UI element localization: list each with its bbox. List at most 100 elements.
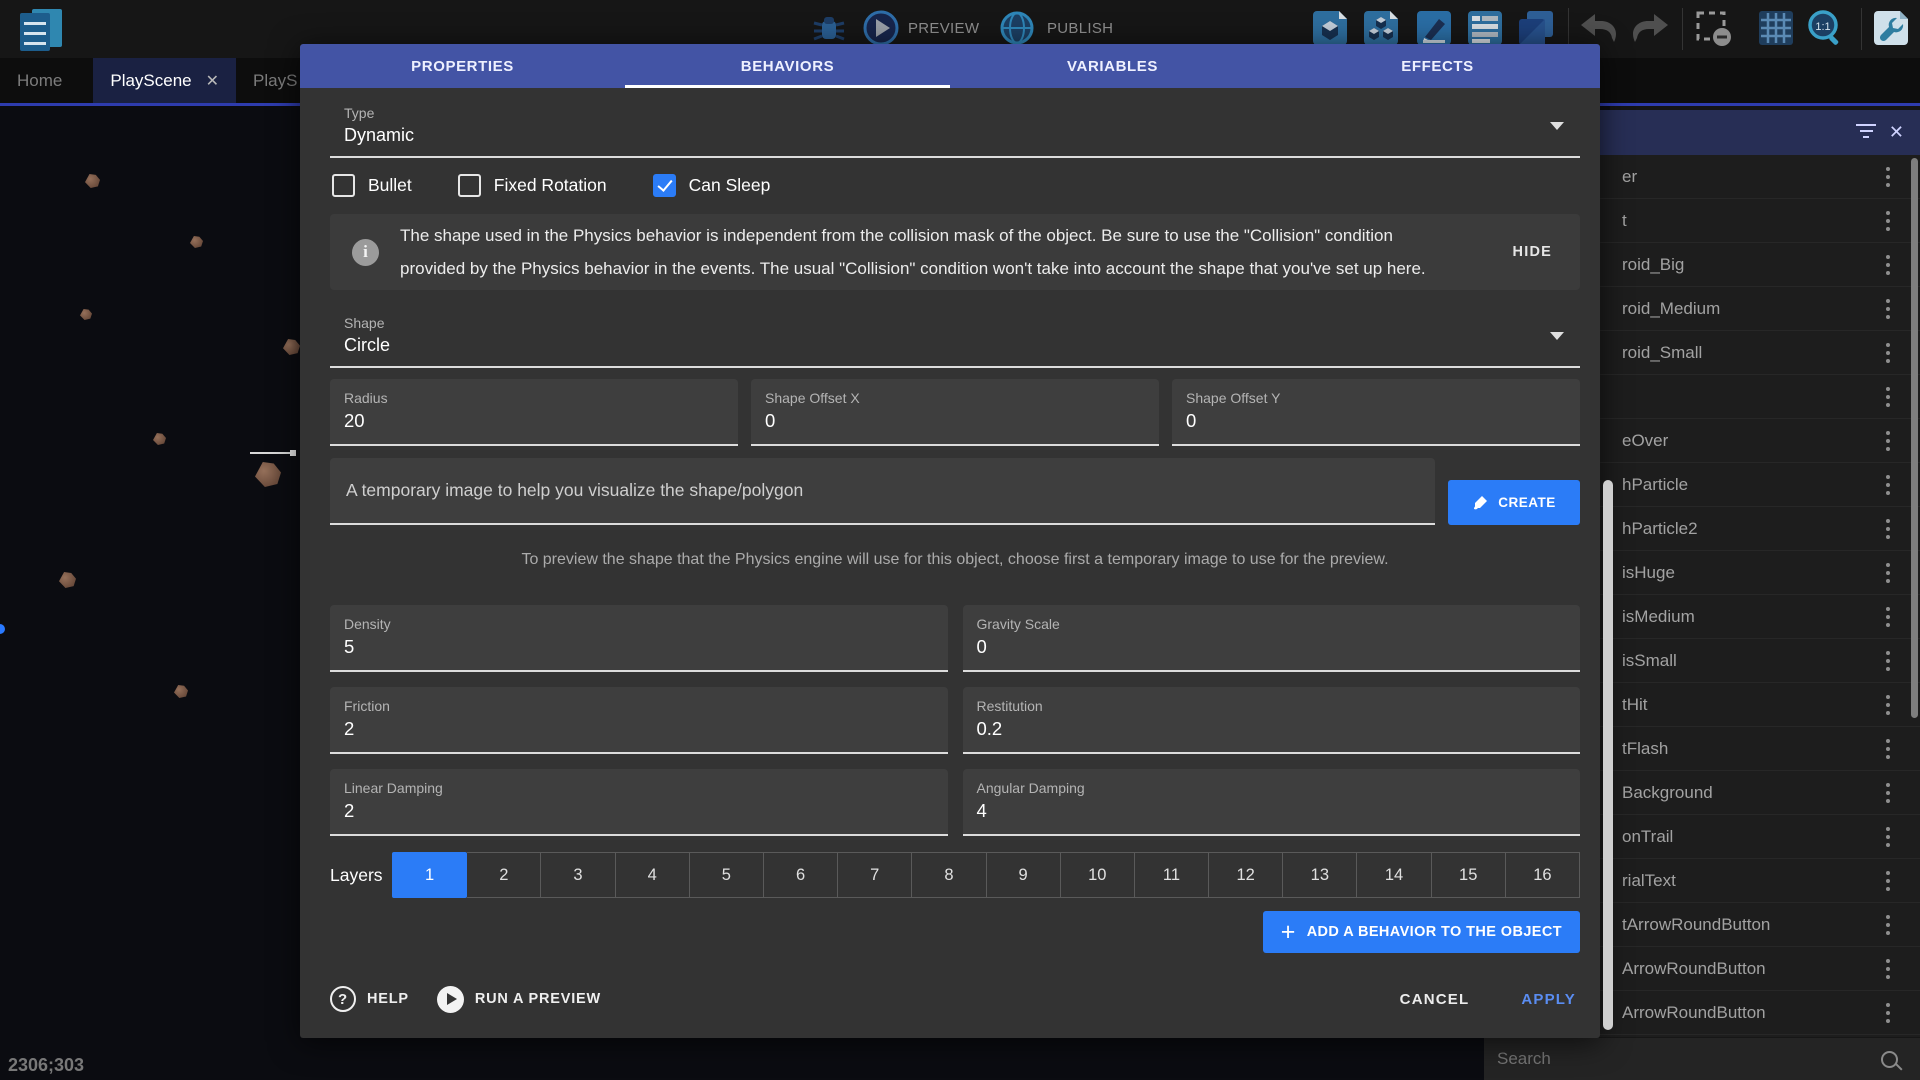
item-menu-dots-icon[interactable] (1886, 747, 1890, 751)
dialog-scrollbar[interactable] (1603, 480, 1613, 1030)
editor-tab[interactable]: Home (0, 58, 93, 103)
checkbox[interactable]: Can Sleep (653, 174, 771, 197)
filter-icon[interactable] (1856, 124, 1876, 140)
item-menu-dots-icon[interactable] (1886, 263, 1890, 267)
scenes-stack-icon[interactable] (1517, 9, 1555, 47)
physics-param-field[interactable]: Density 5 (330, 605, 948, 672)
layer-button[interactable]: 11 (1135, 852, 1209, 898)
apply-button[interactable]: APPLY (1517, 983, 1580, 1016)
checkbox[interactable]: Fixed Rotation (458, 174, 607, 197)
publish-globe-icon[interactable] (998, 9, 1036, 47)
item-menu-dots-icon[interactable] (1886, 879, 1890, 883)
layer-button[interactable]: 2 (467, 852, 541, 898)
objects-search-input[interactable] (1484, 1048, 1881, 1070)
mask-selection-icon[interactable] (1694, 9, 1732, 47)
checkbox-box[interactable] (653, 174, 676, 197)
layer-button[interactable]: 4 (616, 852, 690, 898)
asteroid-sprite (153, 433, 166, 445)
grid-icon[interactable] (1757, 9, 1795, 47)
item-menu-dots-icon[interactable] (1886, 527, 1890, 531)
item-menu-dots-icon[interactable] (1886, 923, 1890, 927)
dialog-tab[interactable]: VARIABLES (950, 44, 1275, 88)
item-menu-dots-icon[interactable] (1886, 175, 1890, 179)
behavior-dialog: PROPERTIES BEHAVIORS VARIABLES EFFECTS T… (300, 44, 1600, 1038)
item-menu-dots-icon[interactable] (1886, 395, 1890, 399)
create-button[interactable]: CREATE (1448, 480, 1580, 525)
object-groups-icon[interactable] (1362, 9, 1400, 47)
item-menu-dots-icon[interactable] (1886, 791, 1890, 795)
preview-play-icon[interactable] (862, 9, 900, 47)
preview-label[interactable]: PREVIEW (908, 20, 979, 37)
dialog-tab[interactable]: EFFECTS (1275, 44, 1600, 88)
publish-label[interactable]: PUBLISH (1047, 20, 1113, 37)
shape-select[interactable]: Shape Circle (330, 306, 1580, 368)
objects-icon[interactable] (1311, 9, 1349, 47)
physics-param-field[interactable]: Gravity Scale 0 (963, 605, 1581, 672)
editor-tab[interactable]: PlayScene ✕ (93, 58, 236, 103)
help-button[interactable]: ? HELP (330, 986, 409, 1012)
physics-param-field[interactable]: Friction 2 (330, 687, 948, 754)
item-menu-dots-icon[interactable] (1886, 571, 1890, 575)
layer-button[interactable]: 9 (987, 852, 1061, 898)
temp-image-field[interactable]: A temporary image to help you visualize … (330, 458, 1435, 525)
type-select[interactable]: Type Dynamic (330, 96, 1580, 158)
layer-button[interactable]: 16 (1506, 852, 1580, 898)
field-label: Shape Offset Y (1186, 390, 1566, 406)
layer-button[interactable]: 3 (541, 852, 615, 898)
item-menu-dots-icon[interactable] (1886, 351, 1890, 355)
physics-param-field[interactable]: Angular Damping 4 (963, 769, 1581, 836)
dialog-tab[interactable]: PROPERTIES (300, 44, 625, 88)
item-menu-dots-icon[interactable] (1886, 659, 1890, 663)
layer-button[interactable]: 8 (912, 852, 986, 898)
shape-param-field[interactable]: Radius 20 (330, 379, 738, 446)
item-menu-dots-icon[interactable] (1886, 1011, 1890, 1015)
redo-icon[interactable] (1633, 9, 1671, 47)
physics-param-field[interactable]: Linear Damping 2 (330, 769, 948, 836)
item-menu-dots-icon[interactable] (1886, 219, 1890, 223)
run-preview-button[interactable]: RUN A PREVIEW (437, 986, 601, 1013)
item-menu-dots-icon[interactable] (1886, 439, 1890, 443)
layer-button[interactable]: 14 (1357, 852, 1431, 898)
item-menu-dots-icon[interactable] (1886, 835, 1890, 839)
dialog-tab[interactable]: BEHAVIORS (625, 44, 950, 88)
layer-button[interactable]: 12 (1209, 852, 1283, 898)
objects-list-scrollbar[interactable] (1911, 158, 1918, 718)
undo-icon[interactable] (1578, 9, 1616, 47)
editor-tab-close-icon[interactable]: ✕ (206, 71, 219, 91)
checkbox[interactable]: Bullet (332, 174, 412, 197)
layer-button[interactable]: 6 (764, 852, 838, 898)
edit-pencil-icon[interactable] (1415, 9, 1453, 47)
item-menu-dots-icon[interactable] (1886, 703, 1890, 707)
item-menu-dots-icon[interactable] (1886, 307, 1890, 311)
debugger-icon[interactable] (810, 9, 848, 47)
layer-button[interactable]: 15 (1432, 852, 1506, 898)
layer-button[interactable]: 1 (392, 852, 467, 898)
layer-button[interactable]: 13 (1283, 852, 1357, 898)
project-manager-icon[interactable] (18, 7, 64, 53)
item-menu-dots-icon[interactable] (1886, 615, 1890, 619)
selection-handle-dot[interactable] (290, 450, 296, 456)
cancel-button[interactable]: CANCEL (1396, 983, 1474, 1016)
properties-list-icon[interactable] (1466, 9, 1504, 47)
checkbox-box[interactable] (458, 174, 481, 197)
physics-param-field[interactable]: Restitution 0.2 (963, 687, 1581, 754)
layer-button[interactable]: 10 (1061, 852, 1135, 898)
field-value: 20 (344, 410, 724, 432)
shape-param-field[interactable]: Shape Offset X 0 (751, 379, 1159, 446)
panel-close-icon[interactable]: ✕ (1885, 120, 1908, 144)
add-behavior-button[interactable]: + ADD A BEHAVIOR TO THE OBJECT (1263, 911, 1580, 953)
layer-button[interactable]: 5 (690, 852, 764, 898)
zoom-one-to-one-icon[interactable]: 1:1 (1806, 9, 1844, 47)
type-label: Type (344, 105, 1566, 121)
field-value: 5 (344, 636, 934, 658)
item-menu-dots-icon[interactable] (1886, 483, 1890, 487)
hide-button[interactable]: HIDE (1507, 236, 1558, 268)
field-value: 0 (765, 410, 1145, 432)
checkbox-box[interactable] (332, 174, 355, 197)
tools-wrench-icon[interactable] (1872, 9, 1910, 47)
shape-param-field[interactable]: Shape Offset Y 0 (1172, 379, 1580, 446)
editor-tab-label: PlayScene (110, 71, 191, 91)
layer-button[interactable]: 7 (838, 852, 912, 898)
item-menu-dots-icon[interactable] (1886, 967, 1890, 971)
shape-value: Circle (344, 335, 1566, 356)
